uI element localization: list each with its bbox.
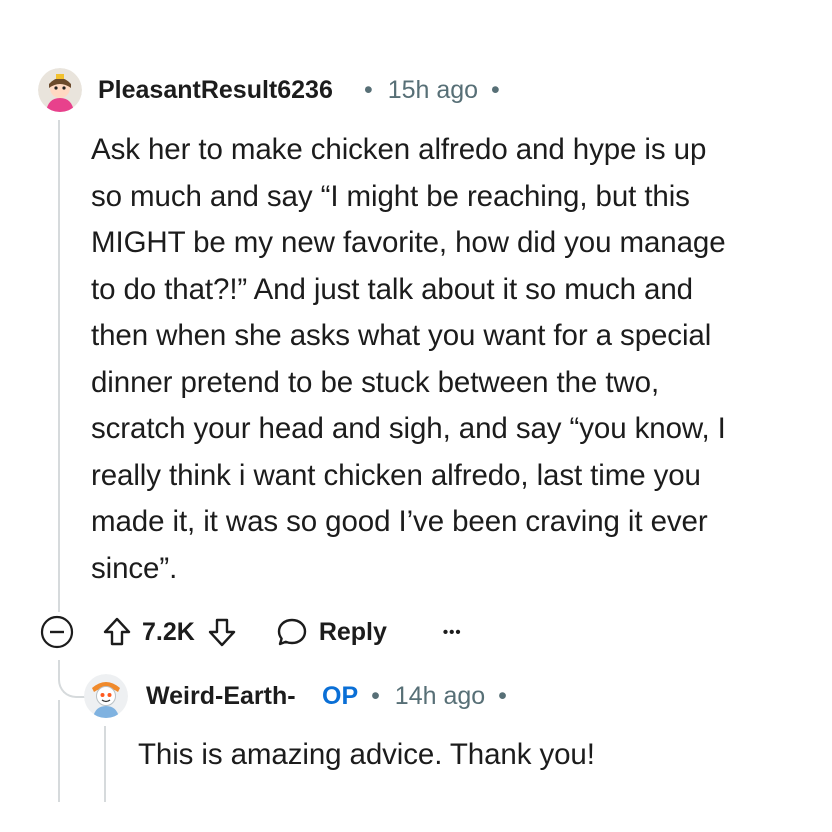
thread-line[interactable]	[58, 120, 60, 612]
upvote-arrow-icon	[103, 617, 131, 646]
more-options-button[interactable]: •••	[443, 624, 462, 641]
upvote-button[interactable]	[100, 615, 134, 649]
snoo-avatar-icon	[38, 68, 82, 112]
meta-separator: •	[498, 682, 507, 710]
downvote-arrow-icon	[208, 618, 236, 647]
reply-connector-line	[58, 660, 86, 698]
speech-bubble-icon	[277, 618, 307, 646]
comment-author[interactable]: PleasantResult6236	[98, 76, 333, 105]
comment-body: This is amazing advice. Thank you!	[138, 738, 595, 771]
avatar[interactable]	[38, 68, 82, 112]
snoo-avatar-icon	[84, 674, 128, 718]
comment-timestamp: 15h ago	[387, 76, 479, 104]
meta-separator: •	[371, 682, 380, 710]
minus-circle-icon[interactable]	[38, 613, 76, 651]
comment-body: Ask her to make chicken alfredo and hype…	[91, 133, 726, 585]
op-badge: OP	[322, 682, 359, 710]
reply-button[interactable]: Reply	[275, 615, 387, 649]
avatar[interactable]	[84, 674, 128, 718]
comment-actions: 7.2K Reply •••	[38, 612, 462, 652]
comment-author[interactable]: Weird-Earth-	[146, 682, 296, 711]
comment-timestamp: 14h ago	[394, 682, 486, 710]
thread-line[interactable]	[58, 700, 60, 802]
downvote-button[interactable]	[205, 615, 239, 649]
meta-separator: •	[491, 76, 500, 104]
meta-separator: •	[364, 76, 373, 104]
thread-line[interactable]	[104, 726, 106, 802]
vote-score: 7.2K	[142, 617, 195, 646]
reply-label: Reply	[318, 617, 387, 646]
